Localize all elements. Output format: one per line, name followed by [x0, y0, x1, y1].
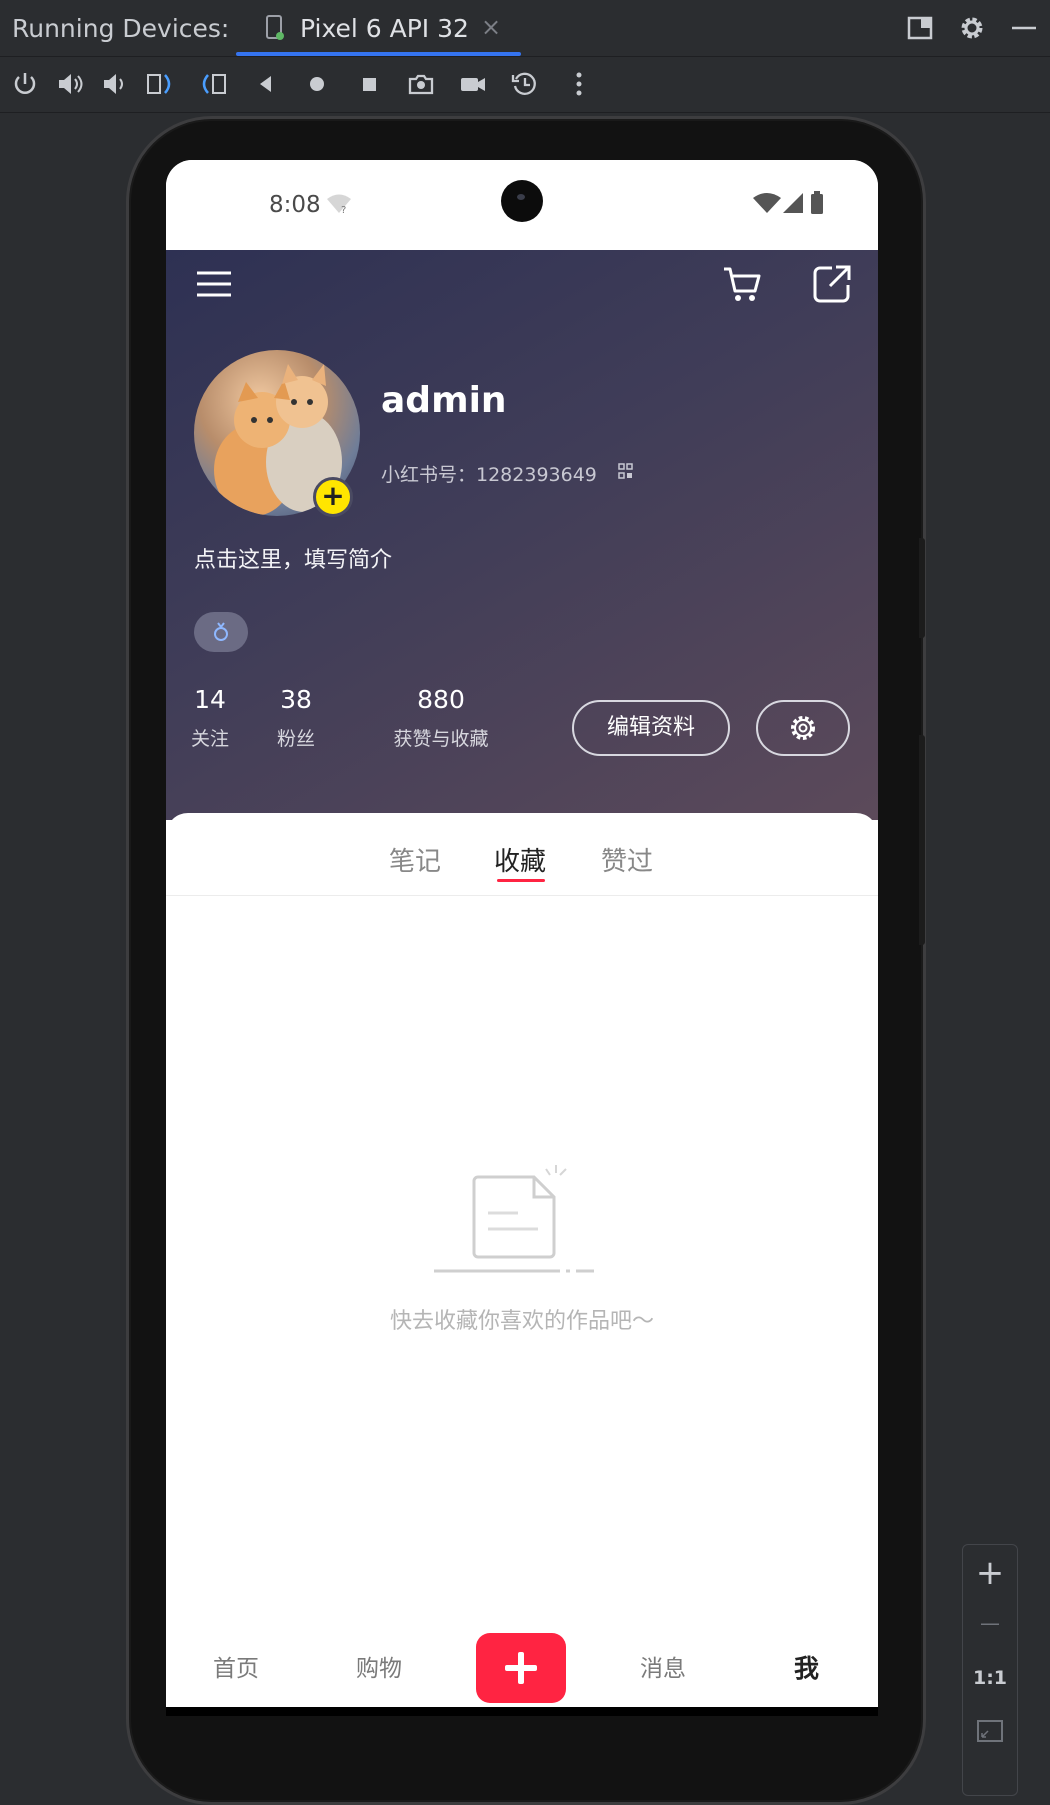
- device-icon: [266, 15, 284, 40]
- gear-icon[interactable]: [954, 10, 990, 46]
- content-card: 笔记 收藏 赞过 快去收藏你喜欢的作品吧～: [166, 813, 878, 1716]
- stat-following-value: 14: [194, 685, 226, 714]
- profile-header: + admin 小红书号：1282393649 点击这里，填写简介 14 关注 …: [166, 250, 878, 820]
- home-icon[interactable]: [300, 67, 334, 101]
- empty-state-text: 快去收藏你喜欢的作品吧～: [389, 1309, 654, 1334]
- back-icon[interactable]: [249, 67, 283, 101]
- zoom-controls: + — 1:1: [962, 1544, 1018, 1796]
- shopping-cart-icon[interactable]: [720, 262, 764, 306]
- minimize-icon[interactable]: [1006, 10, 1042, 46]
- device-tab-label: Pixel 6 API 32: [300, 14, 469, 43]
- phone-screen[interactable]: 8:08 ? + admin 小红书号：1282393649 点击这里，填写简介…: [166, 160, 878, 1716]
- bottom-navigation: 首页 购物 消息 我: [166, 1625, 878, 1707]
- stat-followers-label: 粉丝: [276, 728, 315, 750]
- zoom-one-to-one-button[interactable]: 1:1: [963, 1667, 1017, 1689]
- stat-followers[interactable]: 38 粉丝: [271, 685, 321, 751]
- power-icon[interactable]: [8, 67, 42, 101]
- rotate-left-icon[interactable]: [143, 67, 177, 101]
- active-tab-indicator: [497, 879, 545, 882]
- snapshot-icon[interactable]: [508, 67, 542, 101]
- menu-icon[interactable]: [194, 264, 234, 304]
- nav-home[interactable]: 首页: [213, 1649, 259, 1683]
- cellular-signal-icon: [783, 193, 803, 213]
- stat-following-label: 关注: [190, 728, 229, 750]
- front-camera: [501, 180, 543, 222]
- username: admin: [381, 380, 507, 421]
- phone-volume-button: [919, 735, 925, 945]
- wifi-question-icon: ?: [327, 194, 351, 215]
- user-id[interactable]: 小红书号：1282393649: [381, 460, 597, 487]
- close-tab-icon[interactable]: ×: [481, 13, 501, 41]
- volume-up-icon[interactable]: [53, 67, 87, 101]
- emulator-toolbar: [0, 57, 1050, 113]
- profile-tabs: 笔记 收藏 赞过: [166, 813, 878, 896]
- settings-button[interactable]: [756, 700, 850, 756]
- stat-followers-value: 38: [280, 685, 312, 714]
- share-icon[interactable]: [810, 262, 854, 306]
- rotate-right-icon[interactable]: [196, 67, 230, 101]
- battery-icon: [811, 191, 823, 214]
- phone-side-button: [919, 538, 925, 638]
- gear-icon: [791, 716, 815, 740]
- gesture-bar: [166, 1707, 878, 1716]
- wifi-icon: [753, 193, 781, 213]
- svg-text:?: ?: [341, 205, 346, 215]
- active-tab-indicator: [236, 52, 521, 56]
- qr-code-icon[interactable]: [618, 463, 634, 481]
- device-tab[interactable]: Pixel 6 API 32 ×: [236, 0, 521, 56]
- status-bar: 8:08 ?: [166, 160, 878, 250]
- empty-document-icon: [434, 1165, 594, 1273]
- tab-notes[interactable]: 笔记: [389, 841, 441, 878]
- nav-shopping[interactable]: 购物: [356, 1649, 402, 1683]
- screen-record-icon[interactable]: [456, 67, 490, 101]
- more-icon[interactable]: [562, 67, 596, 101]
- volume-down-icon[interactable]: [98, 67, 132, 101]
- gender-icon: [214, 622, 228, 641]
- add-avatar-badge[interactable]: +: [313, 477, 353, 517]
- stat-likes-value: 880: [417, 685, 465, 714]
- running-devices-tabbar: Running Devices: Pixel 6 API 32 ×: [0, 0, 1050, 57]
- fit-screen-icon[interactable]: [976, 1717, 1004, 1745]
- bio-placeholder[interactable]: 点击这里，填写简介: [194, 542, 392, 574]
- publish-plus-button[interactable]: [476, 1633, 566, 1703]
- edit-profile-button[interactable]: 编辑资料: [572, 700, 730, 756]
- nav-me[interactable]: 我: [794, 1649, 819, 1685]
- panel-title: Running Devices:: [12, 14, 230, 43]
- overview-icon[interactable]: [352, 67, 386, 101]
- status-time: 8:08: [269, 192, 321, 218]
- layout-toggle-icon[interactable]: [902, 10, 938, 46]
- tab-liked[interactable]: 赞过: [601, 841, 653, 878]
- gender-tag[interactable]: [194, 612, 248, 652]
- zoom-out-button[interactable]: —: [963, 1611, 1017, 1635]
- stat-following[interactable]: 14 关注: [190, 685, 230, 751]
- screenshot-icon[interactable]: [404, 67, 438, 101]
- stat-likes-label: 获赞与收藏: [393, 728, 489, 750]
- nav-messages[interactable]: 消息: [640, 1649, 686, 1683]
- stat-likes-collects[interactable]: 880 获赞与收藏: [386, 685, 496, 751]
- zoom-in-button[interactable]: +: [963, 1553, 1017, 1593]
- tab-collections[interactable]: 收藏: [494, 841, 546, 878]
